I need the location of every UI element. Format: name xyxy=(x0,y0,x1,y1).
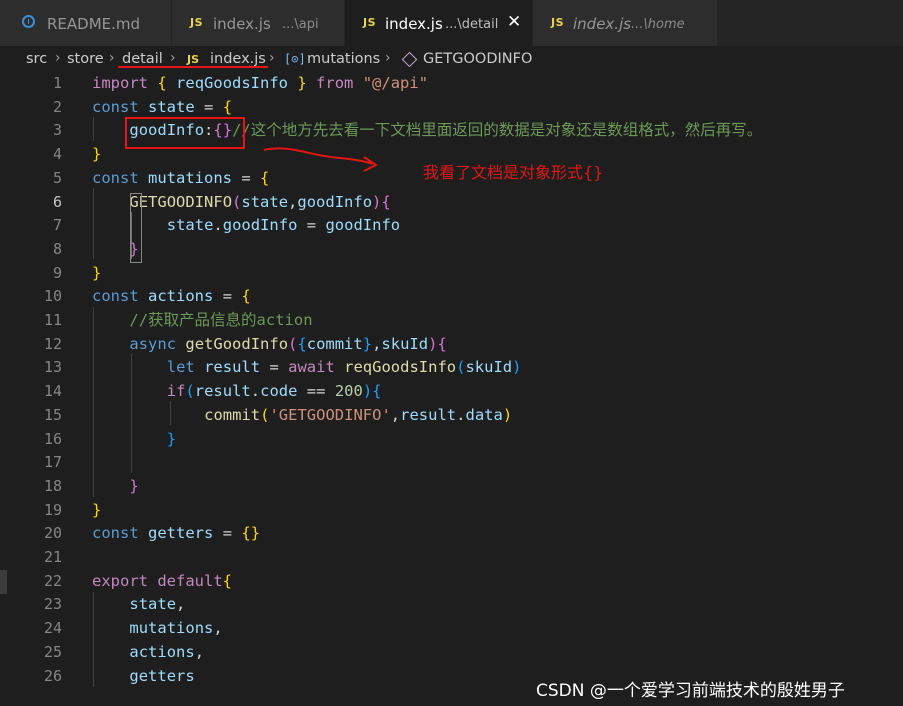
line-number: 6 xyxy=(52,192,62,211)
breadcrumb-file[interactable]: index.js xyxy=(210,51,266,67)
code-line-1: import { reqGoodsInfo } from "@/api" xyxy=(92,74,429,92)
code-line-10: const actions = { xyxy=(92,287,251,306)
line-number: 4 xyxy=(52,145,62,164)
annotation-text: 我看了文档是对象形式{} xyxy=(423,163,604,182)
breadcrumb: src › store › detail › JS index.js › [⊙]… xyxy=(0,46,903,72)
chevron-right-icon: › xyxy=(170,50,176,66)
symbol-method-icon xyxy=(401,51,418,68)
breadcrumb-mutations[interactable]: mutations xyxy=(307,51,380,67)
arrow-annotation xyxy=(263,147,378,172)
line-number: 23 xyxy=(43,595,62,614)
line-number: 11 xyxy=(43,311,62,329)
info-icon xyxy=(22,15,35,28)
code-line-4: } xyxy=(92,145,102,164)
line-number: 17 xyxy=(43,453,62,472)
chevron-right-icon: › xyxy=(109,50,115,66)
tab-label: index.js xyxy=(573,15,632,33)
tab-path: ...\api xyxy=(282,17,319,32)
code-line-9: } xyxy=(92,263,102,282)
tab-index-api[interactable]: JS index.js ...\api xyxy=(172,0,345,46)
code-line-12: async getGoodInfo({commit},skuId){ xyxy=(129,334,447,353)
js-icon: JS xyxy=(190,16,204,29)
code-line-19: } xyxy=(92,500,102,519)
line-number: 5 xyxy=(52,168,62,187)
tab-readme[interactable]: README.md xyxy=(0,0,172,46)
code-editor[interactable]: 1 2 3 4 5 6 7 8 9 10 11 12 13 14 15 16 1… xyxy=(0,72,903,706)
bracket-match-box xyxy=(130,193,142,263)
code-line-15: commit('GETGOODINFO',result.data) xyxy=(204,405,513,424)
highlight-box xyxy=(125,117,245,149)
line-number: 18 xyxy=(43,476,62,495)
breadcrumb-item[interactable]: GETGOODINFO xyxy=(423,51,532,67)
line-number: 13 xyxy=(43,358,62,377)
line-number: 25 xyxy=(43,642,62,661)
tab-label: README.md xyxy=(47,15,141,33)
code-line-23: state, xyxy=(129,595,186,614)
line-number: 21 xyxy=(43,548,62,566)
js-icon: JS xyxy=(187,53,200,66)
tab-index-detail[interactable]: JS index.js ...\detail ✕ xyxy=(345,0,533,46)
line-number: 12 xyxy=(43,334,62,353)
underline-annotation xyxy=(118,66,268,68)
line-number: 2 xyxy=(52,97,62,116)
line-number: 20 xyxy=(43,524,62,543)
tab-index-home[interactable]: JS index.js ...\home xyxy=(533,0,718,46)
line-number: 16 xyxy=(43,429,62,448)
tab-label: index.js xyxy=(385,15,443,33)
line-number: 19 xyxy=(43,500,62,519)
symbol-variable-icon: [⊙] xyxy=(284,52,306,66)
tab-label: index.js xyxy=(213,15,271,33)
close-icon[interactable]: ✕ xyxy=(507,12,521,32)
line-number: 8 xyxy=(52,239,62,258)
line-number: 22 xyxy=(43,571,62,590)
chevron-right-icon: › xyxy=(269,50,275,66)
code-line-25: actions, xyxy=(129,642,205,661)
code-line-14: if(result.code == 200){ xyxy=(166,382,382,401)
tab-path: ...\home xyxy=(631,17,685,32)
js-icon: JS xyxy=(363,16,377,29)
code-line-26: getters xyxy=(129,666,195,685)
line-number: 24 xyxy=(43,619,62,638)
line-number: 3 xyxy=(52,121,62,140)
code-line-11: //获取产品信息的action xyxy=(129,311,313,329)
line-number: 1 xyxy=(52,74,62,92)
chevron-right-icon: › xyxy=(55,50,61,66)
line-number: 9 xyxy=(52,263,62,282)
js-icon: JS xyxy=(551,16,565,29)
breadcrumb-detail[interactable]: detail xyxy=(122,51,163,67)
line-number: 14 xyxy=(43,382,62,401)
code-line-13: let result = await reqGoodsInfo(skuId) xyxy=(166,358,522,377)
code-line-22: export default{ xyxy=(92,571,233,590)
code-line-2: const state = { xyxy=(92,97,233,116)
code-line-5: const mutations = { xyxy=(92,168,270,187)
breadcrumb-store[interactable]: store xyxy=(67,51,104,67)
code-line-18: } xyxy=(129,476,139,495)
chevron-right-icon: › xyxy=(385,50,391,66)
breadcrumb-src[interactable]: src xyxy=(26,51,47,67)
line-number: 15 xyxy=(43,405,62,424)
code-line-24: mutations, xyxy=(129,619,223,638)
tab-path: ...\detail xyxy=(445,17,499,32)
editor-tab-bar: README.md JS index.js ...\api JS index.j… xyxy=(0,0,903,46)
watermark: CSDN @一个爱学习前端技术的殷姓男子 xyxy=(536,681,845,701)
code-line-20: const getters = {} xyxy=(92,524,261,543)
line-number: 10 xyxy=(43,287,62,306)
line-number: 26 xyxy=(43,666,62,685)
code-line-16: } xyxy=(166,429,177,448)
line-number: 7 xyxy=(52,216,62,235)
